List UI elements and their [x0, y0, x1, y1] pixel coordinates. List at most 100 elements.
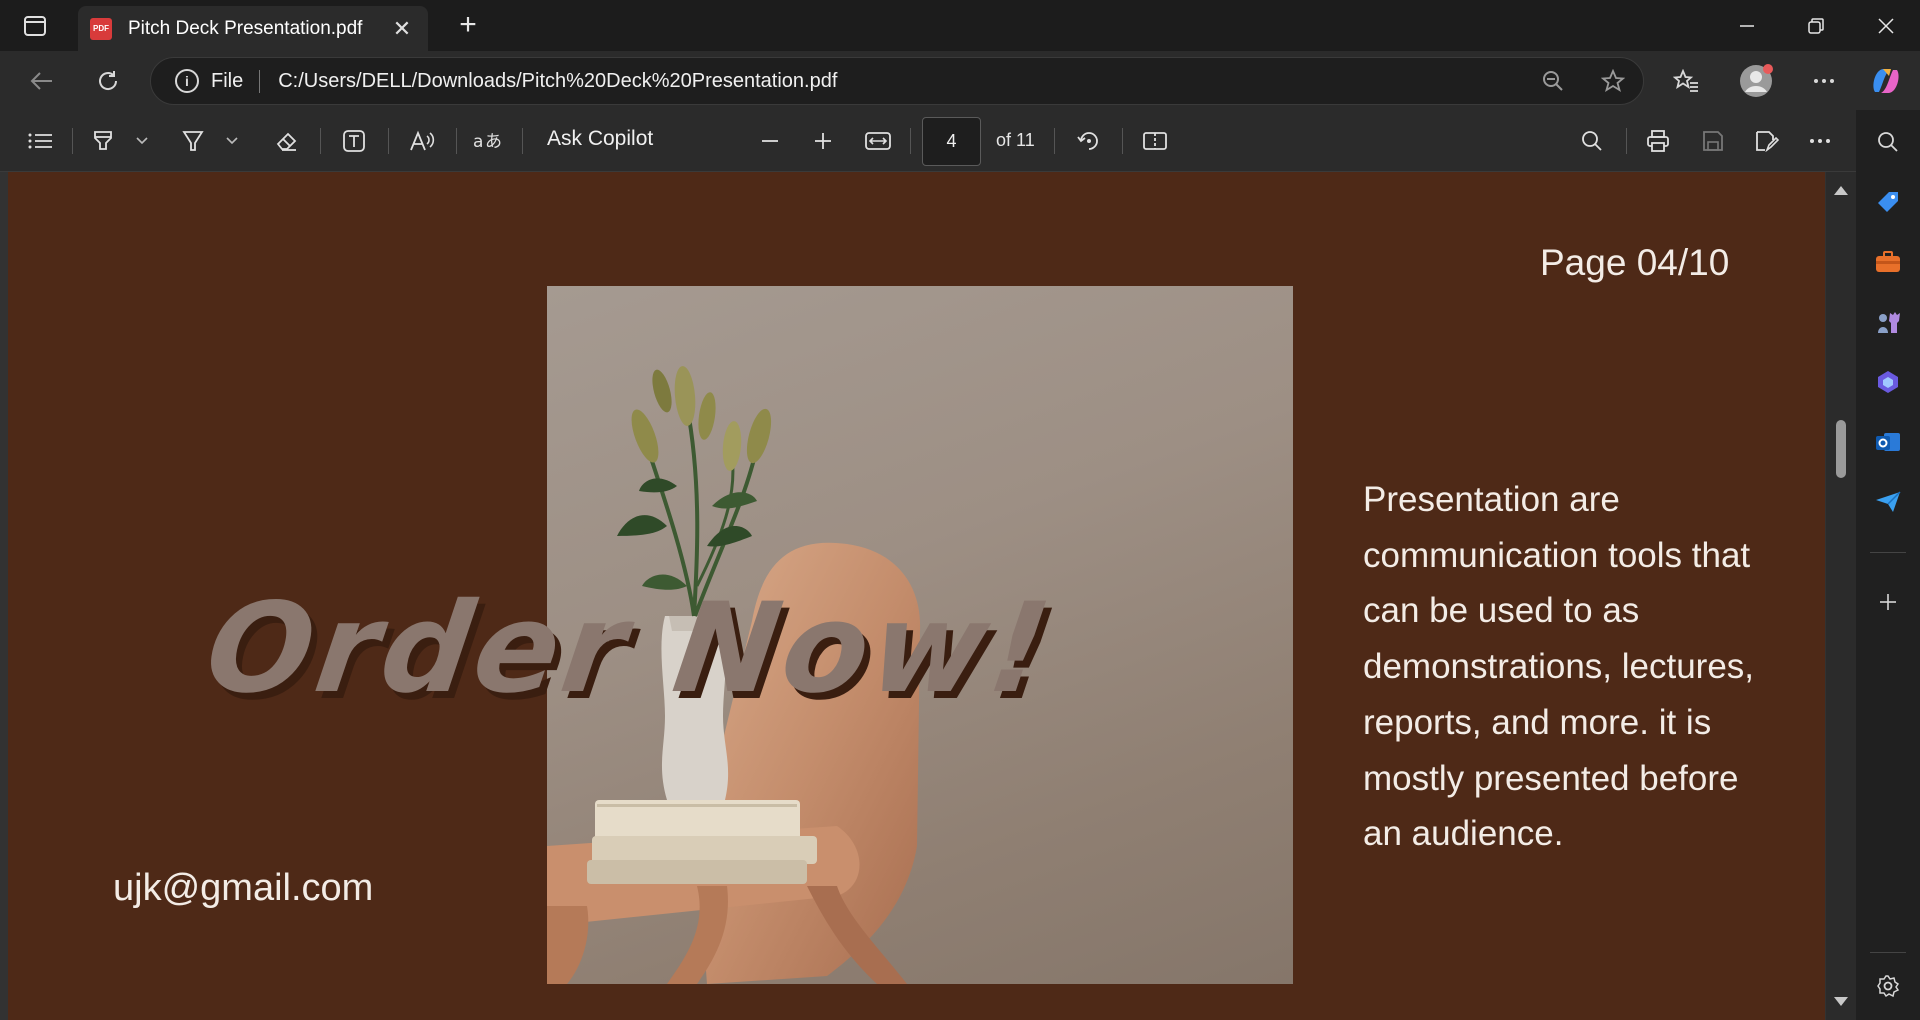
more-menu-button[interactable] — [1804, 63, 1844, 99]
rotate-button[interactable] — [1072, 123, 1106, 159]
chevron-down-icon — [226, 137, 238, 145]
close-icon — [1878, 17, 1894, 34]
highlight-button[interactable] — [88, 123, 118, 159]
chevron-down-icon — [136, 137, 148, 145]
toolbar-divider — [1054, 128, 1055, 154]
printer-icon — [1647, 130, 1669, 152]
send-icon — [1876, 491, 1901, 512]
find-button[interactable] — [1574, 123, 1610, 159]
zoom-out-icon[interactable] — [1523, 70, 1583, 92]
search-icon — [1878, 132, 1898, 152]
settings-icon — [1877, 975, 1900, 998]
tab-active[interactable]: PDF Pitch Deck Presentation.pdf ✕ — [78, 6, 428, 51]
toolbar-divider — [72, 128, 73, 154]
copilot-icon — [1873, 69, 1899, 93]
toolbar-divider — [320, 128, 321, 154]
highlight-options-button[interactable] — [132, 123, 152, 159]
copilot-icon — [1878, 371, 1898, 393]
translate-icon: aあ — [473, 132, 502, 152]
pen-icon — [182, 131, 204, 151]
pdf-more-options-button[interactable] — [1802, 123, 1838, 159]
briefcase-icon — [1876, 251, 1900, 272]
save-as-button[interactable] — [1749, 123, 1785, 159]
add-text-button[interactable] — [338, 123, 370, 159]
sidebar-outlook-button[interactable] — [1868, 422, 1908, 462]
pdf-toolbar: aあ Ask Copilot of 11 — [0, 110, 1856, 172]
new-tab-button[interactable]: + — [448, 8, 488, 44]
minus-icon — [762, 140, 778, 142]
outlook-icon — [1876, 433, 1900, 451]
close-window-button[interactable] — [1856, 0, 1916, 51]
avatar-icon — [1740, 64, 1773, 97]
zoom-out-button[interactable] — [752, 123, 788, 159]
toolbar-divider — [522, 128, 523, 154]
profile-button[interactable] — [1736, 63, 1776, 99]
back-button[interactable] — [22, 63, 62, 99]
page-view-button[interactable] — [1138, 123, 1172, 159]
eraser-icon — [276, 132, 297, 151]
order-now-headline: Order Now! — [197, 577, 1062, 721]
favorite-star-icon[interactable] — [1583, 69, 1643, 93]
two-page-icon — [1143, 132, 1167, 150]
tab-title: Pitch Deck Presentation.pdf — [128, 17, 363, 39]
pdf-page: Page 04/10 Order Now! Presentation are c… — [8, 172, 1825, 1020]
scroll-up-arrow-icon[interactable] — [1834, 186, 1848, 195]
url-text[interactable]: C:/Users/DELL/Downloads/Pitch%20Deck%20P… — [278, 70, 1523, 93]
scroll-thumb[interactable] — [1836, 420, 1846, 478]
sidebar-tools-button[interactable] — [1868, 242, 1908, 282]
vertical-scrollbar[interactable] — [1826, 172, 1856, 1020]
svg-text:a: a — [473, 132, 483, 152]
sidebar-add-button[interactable] — [1868, 582, 1908, 622]
favorites-button[interactable] — [1666, 63, 1706, 99]
restore-button[interactable] — [1786, 0, 1846, 51]
sidebar-copilot-button[interactable] — [1868, 362, 1908, 402]
print-button[interactable] — [1640, 123, 1676, 159]
contact-email: ujk@gmail.com — [113, 867, 374, 909]
page-number-input[interactable] — [922, 117, 981, 166]
rotate-icon — [1077, 132, 1098, 150]
document-viewport[interactable]: Page 04/10 Order Now! Presentation are c… — [0, 172, 1856, 1020]
ellipsis-icon — [1810, 139, 1830, 143]
sidebar-settings-button[interactable] — [1868, 966, 1908, 1006]
svg-text:あ: あ — [485, 132, 502, 152]
refresh-button[interactable] — [88, 63, 128, 99]
save-button[interactable] — [1695, 123, 1731, 159]
tab-close-button[interactable]: ✕ — [388, 16, 416, 42]
fit-to-width-button[interactable] — [860, 123, 896, 159]
zoom-in-button[interactable] — [805, 123, 841, 159]
table-of-contents-icon — [28, 133, 52, 149]
sidebar-divider — [1870, 552, 1906, 553]
refresh-icon — [99, 71, 118, 90]
contents-button[interactable] — [22, 123, 58, 159]
toolbar-divider — [910, 128, 911, 154]
ask-copilot-button[interactable]: Ask Copilot — [547, 127, 653, 151]
draw-button[interactable] — [178, 123, 208, 159]
minimize-icon — [1740, 24, 1754, 27]
toolbar-divider — [1122, 128, 1123, 154]
save-icon — [1703, 131, 1723, 151]
copilot-button[interactable] — [1866, 63, 1906, 99]
back-arrow-icon — [30, 72, 52, 90]
tab-actions-button[interactable] — [12, 10, 58, 42]
tag-icon — [1878, 192, 1898, 212]
draw-options-button[interactable] — [222, 123, 242, 159]
pdf-file-icon: PDF — [90, 17, 112, 40]
info-icon[interactable]: i — [175, 69, 199, 93]
sidebar-shopping-button[interactable] — [1868, 182, 1908, 222]
fit-width-icon — [865, 132, 891, 150]
sidebar-drop-button[interactable] — [1868, 482, 1908, 522]
read-aloud-button[interactable] — [406, 123, 438, 159]
text-box-icon — [343, 130, 365, 152]
sidebar-games-button[interactable] — [1868, 302, 1908, 342]
erase-button[interactable] — [270, 123, 302, 159]
toolbar-divider — [1626, 128, 1627, 154]
scroll-down-arrow-icon[interactable] — [1834, 997, 1848, 1006]
chess-icon — [1878, 312, 1900, 333]
sidebar-search-button[interactable] — [1868, 122, 1908, 162]
read-aloud-icon — [410, 130, 435, 151]
translate-button[interactable]: aあ — [470, 123, 506, 159]
save-as-icon — [1756, 131, 1779, 152]
address-bar[interactable]: i File C:/Users/DELL/Downloads/Pitch%20D… — [150, 57, 1644, 105]
minimize-button[interactable] — [1717, 0, 1777, 51]
edge-sidebar — [1856, 110, 1920, 1020]
